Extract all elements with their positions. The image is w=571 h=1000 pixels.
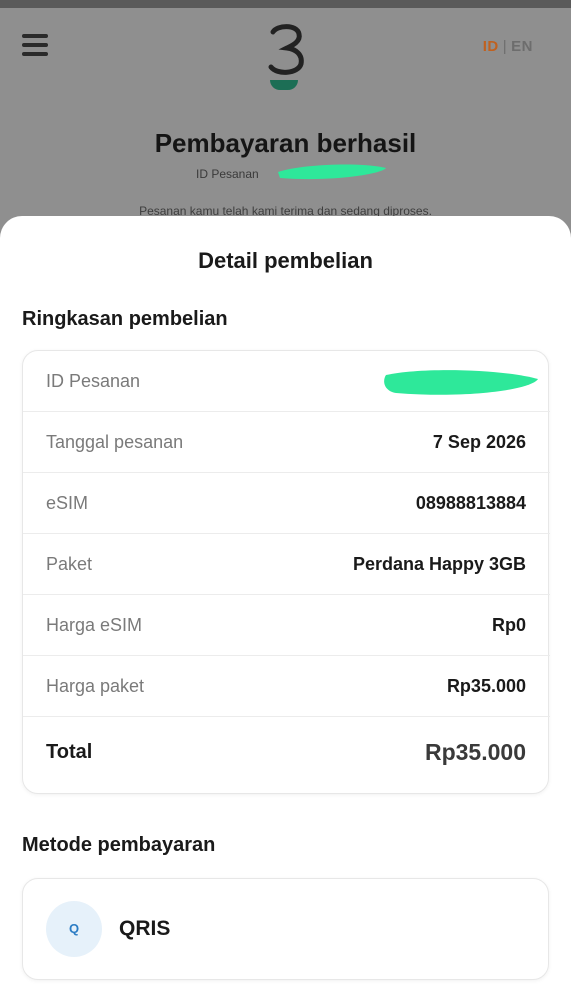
- menu-icon[interactable]: [22, 34, 48, 56]
- app-header: ID | EN: [0, 8, 571, 88]
- row-label: Tanggal pesanan: [46, 432, 184, 452]
- order-id-label: ID Pesanan: [196, 167, 259, 181]
- purchase-detail-sheet: Detail pembelian Ringkasan pembelian ID …: [0, 216, 571, 1000]
- row-value: Rp35.000: [446, 676, 526, 696]
- sheet-title: Detail pembelian: [198, 248, 373, 273]
- row-label: Paket: [46, 554, 93, 574]
- lang-separator: |: [502, 38, 508, 55]
- summary-card: ID Pesanan Tanggal pesanan 7 Sep 2026 eS…: [22, 350, 550, 795]
- row-label: Harga paket: [46, 676, 145, 696]
- redaction-mark: [384, 370, 538, 395]
- page-title: Pembayaran berhasil: [154, 128, 417, 158]
- summary-row-total: Total Rp35.000: [23, 717, 550, 795]
- row-value: Perdana Happy 3GB: [352, 554, 526, 574]
- row-label: ID Pesanan: [46, 371, 141, 391]
- payment-section-title: Metode pembayaran: [22, 834, 216, 856]
- status-strip: [0, 0, 571, 8]
- row-label: Harga eSIM: [46, 615, 143, 635]
- total-label: Total: [46, 741, 93, 763]
- summary-row-package: Paket Perdana Happy 3GB: [23, 534, 550, 595]
- redaction-mark: [278, 164, 386, 180]
- row-value: Rp0: [491, 615, 526, 635]
- summary-row-esim: eSIM 08988813884: [23, 473, 550, 534]
- summary-section-title: Ringkasan pembelian: [22, 308, 228, 330]
- summary-row-package-price: Harga paket Rp35.000: [23, 656, 550, 717]
- lang-en-option[interactable]: EN: [511, 38, 533, 55]
- three-logo-icon[interactable]: [263, 22, 309, 76]
- summary-row-order-date: Tanggal pesanan 7 Sep 2026: [23, 412, 550, 473]
- language-switcher: ID | EN: [483, 38, 533, 55]
- row-value: 08988813884: [415, 493, 526, 513]
- success-check-icon: [270, 80, 298, 90]
- summary-row-order-id: ID Pesanan: [23, 351, 550, 412]
- lang-id-option[interactable]: ID: [483, 38, 499, 55]
- payment-method-qris[interactable]: Q QRIS: [22, 878, 549, 980]
- qris-icon: Q: [46, 901, 102, 957]
- payment-method-name: QRIS: [119, 917, 171, 940]
- row-value: 7 Sep 2026: [432, 432, 526, 452]
- summary-row-esim-price: Harga eSIM Rp0: [23, 595, 550, 656]
- row-label: eSIM: [46, 493, 89, 513]
- total-value: Rp35.000: [424, 739, 526, 765]
